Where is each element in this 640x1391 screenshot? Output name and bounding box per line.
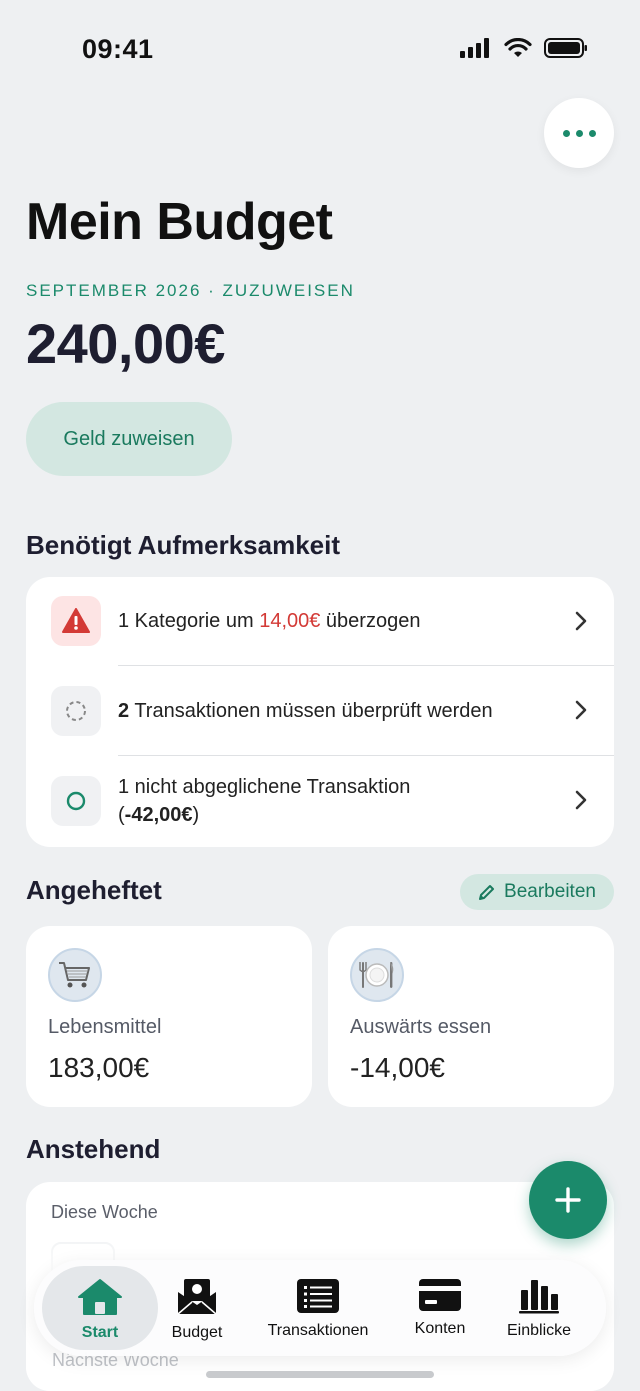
pending-review-icon bbox=[51, 686, 101, 736]
more-dots-icon bbox=[562, 129, 570, 137]
unreconciled-amount: -42,00€ bbox=[124, 804, 193, 826]
pinned-category-value: 183,00€ bbox=[48, 1052, 150, 1083]
review-row[interactable]: 2 Transaktionen müssen überprüft werden bbox=[26, 666, 614, 756]
plus-icon bbox=[555, 1187, 581, 1213]
upcoming-section-title: Anstehend bbox=[26, 1134, 161, 1164]
pinned-category-card[interactable]: Lebensmittel 183,00€ bbox=[26, 926, 312, 1107]
tab-transactions[interactable]: Transaktionen bbox=[254, 1260, 382, 1356]
unreconciled-circle-icon bbox=[51, 776, 101, 826]
page-title: Mein Budget bbox=[26, 193, 333, 251]
card-icon bbox=[419, 1279, 461, 1311]
pencil-icon bbox=[479, 885, 495, 900]
envelope-money-icon bbox=[177, 1279, 217, 1315]
overspent-amount: 14,00€ bbox=[259, 610, 321, 632]
attention-card: 1 Kategorie um 14,00€ überzogen 2 Transa… bbox=[26, 577, 614, 847]
chevron-right-icon bbox=[575, 611, 587, 631]
more-options-button[interactable] bbox=[544, 98, 614, 168]
unreconciled-text: 1 nicht abgeglichene Transaktion (-42,00… bbox=[118, 776, 411, 826]
tab-insights[interactable]: Einblicke bbox=[496, 1260, 582, 1356]
shopping-cart-icon bbox=[48, 948, 102, 1002]
pinned-section-title: Angeheftet bbox=[26, 875, 162, 905]
pinned-category-value: -14,00€ bbox=[350, 1052, 445, 1083]
status-icons bbox=[460, 38, 588, 58]
bar-chart-icon bbox=[519, 1280, 559, 1314]
tab-start[interactable]: Start bbox=[42, 1266, 158, 1350]
pinned-category-card[interactable]: Auswärts essen -14,00€ bbox=[328, 926, 614, 1107]
tab-budget[interactable]: Budget bbox=[156, 1260, 238, 1356]
review-text: 2 Transaktionen müssen überprüft werden bbox=[118, 700, 493, 722]
unreconciled-row[interactable]: 1 nicht abgeglichene Transaktion (-42,00… bbox=[26, 756, 614, 846]
tab-label: Transaktionen bbox=[267, 1322, 369, 1339]
pinned-category-label: Lebensmittel bbox=[48, 1016, 162, 1038]
add-transaction-button[interactable] bbox=[529, 1161, 607, 1239]
overspent-text: 1 Kategorie um 14,00€ überzogen bbox=[118, 610, 421, 632]
home-indicator bbox=[206, 1371, 434, 1378]
chevron-right-icon bbox=[575, 790, 587, 810]
tab-label: Start bbox=[81, 1324, 119, 1341]
battery-icon bbox=[544, 38, 587, 58]
home-icon bbox=[78, 1279, 122, 1315]
cellular-signal-icon bbox=[460, 38, 489, 58]
plate-cutlery-icon bbox=[350, 948, 404, 1002]
tab-bar: Start Budget Transaktionen Konten Einbli… bbox=[34, 1260, 606, 1356]
period-label: SEPTEMBER 2026 · ZUZUWEISEN bbox=[26, 281, 355, 300]
status-time: 09:41 bbox=[82, 34, 154, 64]
chevron-right-icon bbox=[575, 700, 587, 720]
assign-money-button[interactable]: Geld zuweisen bbox=[26, 402, 232, 476]
tab-label: Einblicke bbox=[506, 1322, 572, 1339]
edit-pinned-button[interactable]: Bearbeiten bbox=[460, 874, 614, 910]
to-assign-amount: 240,00€ bbox=[26, 312, 225, 375]
overspent-row[interactable]: 1 Kategorie um 14,00€ überzogen bbox=[26, 577, 614, 667]
attention-section-title: Benötigt Aufmerksamkeit bbox=[26, 530, 340, 560]
tab-accounts[interactable]: Konten bbox=[400, 1260, 480, 1356]
pinned-category-label: Auswärts essen bbox=[350, 1016, 492, 1038]
warning-icon bbox=[51, 596, 101, 646]
edit-label: Bearbeiten bbox=[504, 881, 596, 902]
tab-label: Konten bbox=[414, 1320, 466, 1337]
status-bar: 09:41 bbox=[0, 0, 640, 100]
wifi-icon bbox=[504, 38, 532, 57]
list-icon bbox=[297, 1279, 339, 1313]
this-week-label: Diese Woche bbox=[51, 1202, 158, 1222]
tab-label: Budget bbox=[171, 1324, 223, 1341]
